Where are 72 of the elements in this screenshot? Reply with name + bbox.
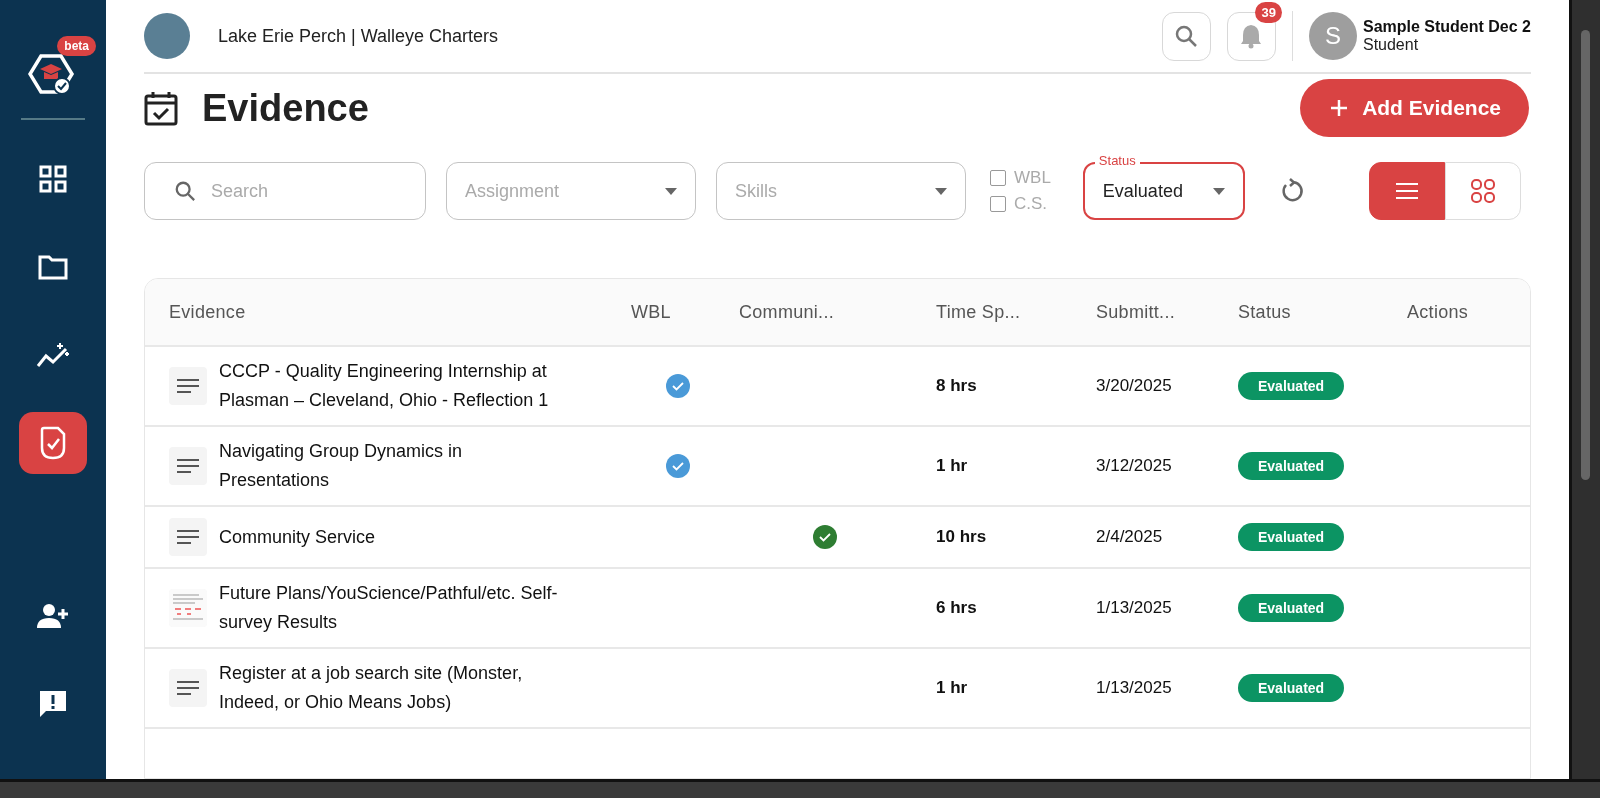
user-name: Sample Student Dec 2 bbox=[1362, 18, 1531, 36]
add-user-icon bbox=[36, 603, 70, 629]
time-spent: 1 hr bbox=[935, 456, 969, 476]
scrollbar-thumb[interactable] bbox=[1581, 30, 1590, 480]
document-thumbnail bbox=[169, 589, 207, 627]
grid-icon bbox=[39, 165, 67, 193]
horizontal-scrollbar[interactable] bbox=[0, 779, 1600, 798]
status-badge: Evaluated bbox=[1238, 523, 1345, 551]
evidence-title[interactable]: Register at a job search site (Monster, Indeed, or Ohio Means Jobs) bbox=[219, 659, 564, 717]
column-header[interactable]: WBL bbox=[625, 301, 725, 323]
checkbox[interactable] bbox=[990, 170, 1006, 186]
caret-icon bbox=[935, 187, 947, 195]
grid-view-button[interactable] bbox=[1444, 162, 1521, 220]
search-field[interactable]: Search bbox=[144, 162, 426, 220]
grid-icon bbox=[1469, 178, 1496, 204]
notification-count-badge: 39 bbox=[1255, 1, 1282, 23]
table-row[interactable]: Navigating Group Dynamics in Presentations 1 hr 3/12/2025 Evaluated bbox=[145, 427, 1530, 507]
evidence-title[interactable]: Future Plans/YouScience/Pathful/etc. Self-survey Results bbox=[219, 579, 564, 637]
list-view-button[interactable] bbox=[1368, 162, 1445, 220]
column-header[interactable]: Evidence bbox=[145, 301, 625, 323]
evidence-title[interactable]: Navigating Group Dynamics in Presentations bbox=[219, 437, 564, 495]
evidence-title[interactable]: Community Service bbox=[219, 522, 376, 552]
table-row[interactable]: Future Plans/YouScience/Pathful/etc. Self-survey Results 6 hrs 1/13/2025 Evaluated bbox=[145, 569, 1530, 649]
checkbox[interactable] bbox=[990, 196, 1006, 212]
column-header[interactable]: Status bbox=[1230, 301, 1395, 323]
folder-icon bbox=[38, 254, 68, 280]
checkbox-label: WBL bbox=[1014, 168, 1051, 188]
table-row[interactable]: Community Service 10 hrs 2/4/2025 Evaluated bbox=[145, 507, 1530, 569]
lines-icon bbox=[177, 681, 199, 695]
submitted-date: 3/12/2025 bbox=[1095, 456, 1173, 476]
submitted-date: 3/20/2025 bbox=[1095, 376, 1173, 396]
time-spent: 6 hrs bbox=[935, 598, 978, 618]
company-name: Lake Erie Perch | Walleye Charters bbox=[218, 25, 499, 47]
bell-icon bbox=[1239, 23, 1264, 49]
user-role: Student bbox=[1362, 36, 1420, 54]
search-icon bbox=[1174, 24, 1199, 48]
status-badge: Evaluated bbox=[1238, 372, 1345, 400]
evidence-title[interactable]: CCCP - Quality Engineering Internship at Plasman – Cleveland, Ohio - Reflection 1 bbox=[219, 357, 564, 415]
evidence-nav-item[interactable] bbox=[19, 412, 87, 474]
photo-placeholder bbox=[144, 13, 190, 59]
sparkle-chart-icon bbox=[36, 341, 70, 369]
status-badge: Evaluated bbox=[1238, 452, 1345, 480]
status-badge: Evaluated bbox=[1238, 674, 1345, 702]
page-title: Evidence bbox=[202, 86, 369, 130]
submitted-date: 2/4/2025 bbox=[1095, 527, 1164, 547]
status-badge: Evaluated bbox=[1238, 594, 1345, 622]
table-row[interactable]: CCCP - Quality Engineering Internship at Plasman – Cleveland, Ohio - Reflection 1 8 hrs 3/20/2025 Evaluated bbox=[145, 347, 1530, 427]
feedback-icon bbox=[38, 689, 68, 719]
search-icon bbox=[174, 180, 196, 202]
search-button[interactable] bbox=[1161, 11, 1211, 61]
lines-icon bbox=[177, 530, 199, 544]
time-spent: 1 hr bbox=[935, 678, 969, 698]
column-header[interactable]: Actions bbox=[1395, 301, 1530, 323]
time-spent: 8 hrs bbox=[935, 376, 978, 396]
lines-icon bbox=[177, 459, 199, 473]
list-icon bbox=[1394, 182, 1419, 200]
table-row[interactable]: Register at a job search site (Monster, Indeed, or Ohio Means Jobs) 1 hr 1/13/2025 Evaluated bbox=[145, 649, 1530, 729]
caret-icon bbox=[1212, 187, 1225, 195]
plus-icon bbox=[1330, 99, 1349, 117]
column-header[interactable]: Time Sp... bbox=[910, 301, 1070, 323]
document-check-icon bbox=[38, 426, 68, 460]
beta-badge: beta bbox=[57, 36, 96, 56]
caret-icon bbox=[665, 187, 677, 195]
lines-icon bbox=[177, 379, 199, 393]
submitted-date: 1/13/2025 bbox=[1095, 598, 1173, 618]
checkbox-label: C.S. bbox=[1014, 194, 1048, 214]
time-spent: 10 hrs bbox=[935, 527, 988, 547]
column-header[interactable]: Submitt... bbox=[1070, 301, 1230, 323]
calendar-check-icon bbox=[144, 90, 178, 126]
add-evidence-button[interactable]: Add Evidence bbox=[1300, 79, 1529, 137]
column-header[interactable]: Communi... bbox=[725, 301, 910, 323]
submitted-date: 1/13/2025 bbox=[1095, 678, 1173, 698]
